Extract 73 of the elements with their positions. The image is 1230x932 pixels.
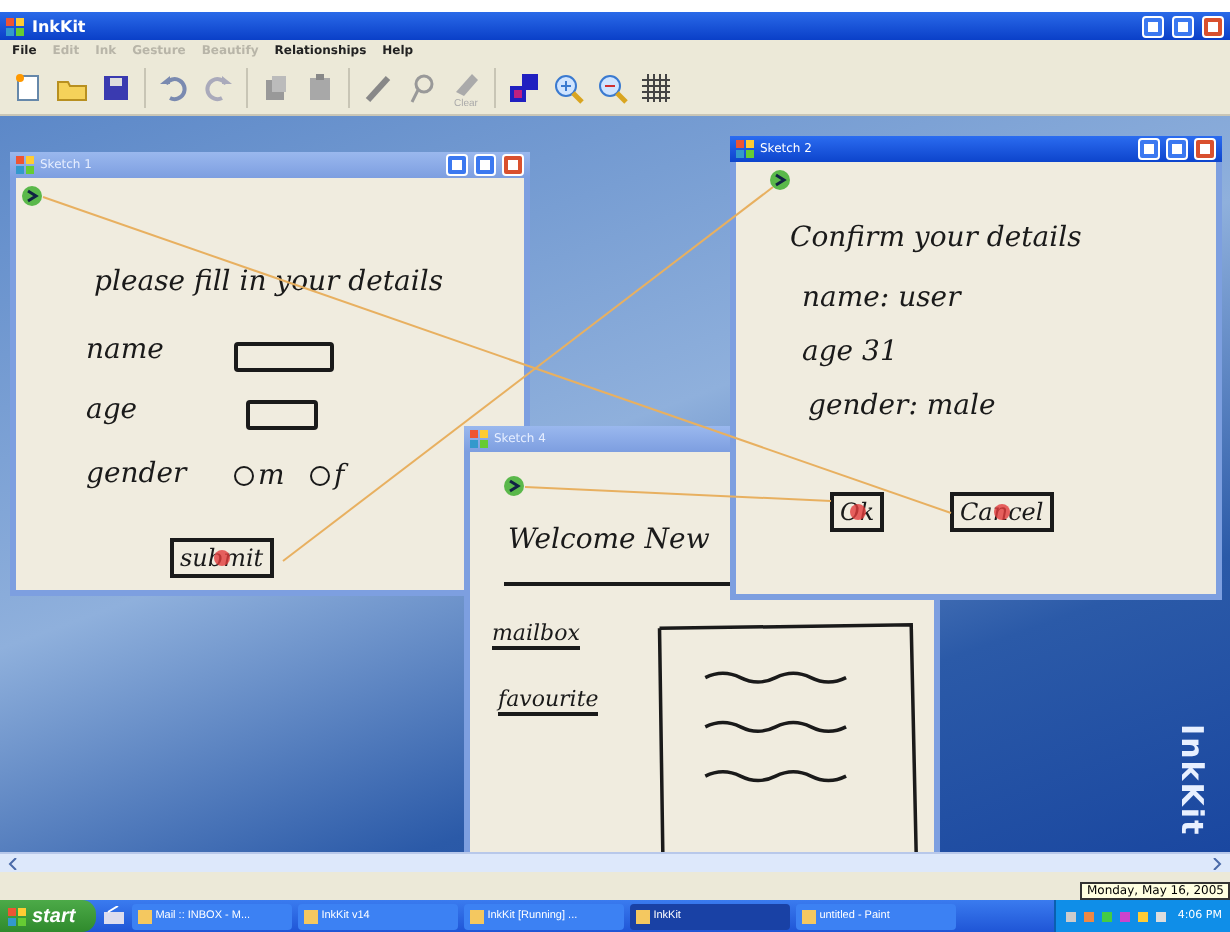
minimize-button[interactable] (446, 154, 468, 176)
window-icon (469, 909, 484, 923)
copy-button[interactable] (260, 72, 292, 104)
zoom-in-button[interactable] (552, 72, 584, 104)
sketch-text: gender (86, 458, 187, 490)
close-button[interactable] (1194, 138, 1216, 160)
scroll-right-icon (1210, 857, 1222, 869)
restore-button[interactable] (1172, 15, 1194, 37)
minimize-icon (1142, 142, 1156, 156)
zoom-out-button[interactable] (596, 72, 628, 104)
window-icon (303, 909, 318, 923)
sketch-text: name: user (802, 282, 961, 314)
minimize-button[interactable] (1138, 138, 1160, 160)
layers-button[interactable] (508, 72, 540, 104)
close-button[interactable] (1202, 15, 1224, 37)
quick-launch-icon[interactable] (101, 906, 126, 926)
sketch-text: age 31 (802, 336, 898, 368)
window-icon (137, 909, 152, 923)
close-icon (506, 158, 520, 172)
sketch-text: gender: male (808, 390, 996, 422)
close-button[interactable] (502, 154, 524, 176)
grid-icon (640, 72, 672, 104)
app-icon (6, 17, 24, 35)
sketch-text: Confirm your details (790, 222, 1082, 254)
maximize-icon (1170, 142, 1184, 156)
start-arrow-icon (22, 186, 42, 206)
sketch-text: name (86, 334, 164, 366)
sketch-text: Welcome New (508, 524, 710, 556)
window-icon (801, 909, 816, 923)
app-title: InkKit (32, 17, 88, 35)
paste-icon (304, 72, 336, 104)
horizontal-scrollbar[interactable] (0, 852, 1230, 872)
save-icon (100, 72, 132, 104)
maximize-icon (478, 158, 492, 172)
sketch-link[interactable]: mailbox (492, 620, 580, 650)
start-arrow-icon (770, 170, 790, 190)
app-icon (470, 430, 488, 448)
zoom-in-icon (552, 72, 584, 104)
window-icon (635, 909, 650, 923)
pen-icon (362, 72, 394, 104)
app-icon (16, 156, 34, 174)
close-icon (1198, 142, 1212, 156)
layers-icon (508, 72, 540, 104)
close-icon (1206, 19, 1220, 33)
redo-icon (202, 72, 234, 104)
minimize-button[interactable] (1142, 15, 1164, 37)
sketch-radio-button[interactable]: f (310, 460, 345, 492)
copy-icon (260, 72, 292, 104)
undo-button[interactable] (158, 72, 190, 104)
app-logo: InkKit (1174, 723, 1210, 836)
sketch-link[interactable]: favourite (498, 686, 599, 716)
grid-button[interactable] (640, 72, 672, 104)
toolbar-button[interactable] (100, 72, 132, 104)
scroll-left-icon (8, 857, 20, 869)
sketch-input-field[interactable] (246, 400, 318, 430)
maximize-button[interactable] (1166, 138, 1188, 160)
pen-button[interactable] (362, 72, 394, 104)
sketch-radio-button[interactable]: m (234, 460, 285, 492)
maximize-button[interactable] (474, 154, 496, 176)
undo-icon (158, 72, 190, 104)
sketch-input-field[interactable] (234, 342, 334, 372)
app-icon (736, 140, 754, 158)
minimize-icon (1146, 19, 1160, 33)
paste-button[interactable] (304, 72, 336, 104)
toolbar-button[interactable] (12, 72, 44, 104)
minimize-icon (450, 158, 464, 172)
zoom-out-icon (596, 72, 628, 104)
start-button[interactable]: start (0, 900, 96, 932)
new-file-icon (12, 72, 44, 104)
windows-logo-icon (8, 907, 26, 925)
restore-icon (1176, 19, 1190, 33)
start-arrow-icon (504, 476, 524, 496)
sketch-text: age (86, 394, 138, 426)
